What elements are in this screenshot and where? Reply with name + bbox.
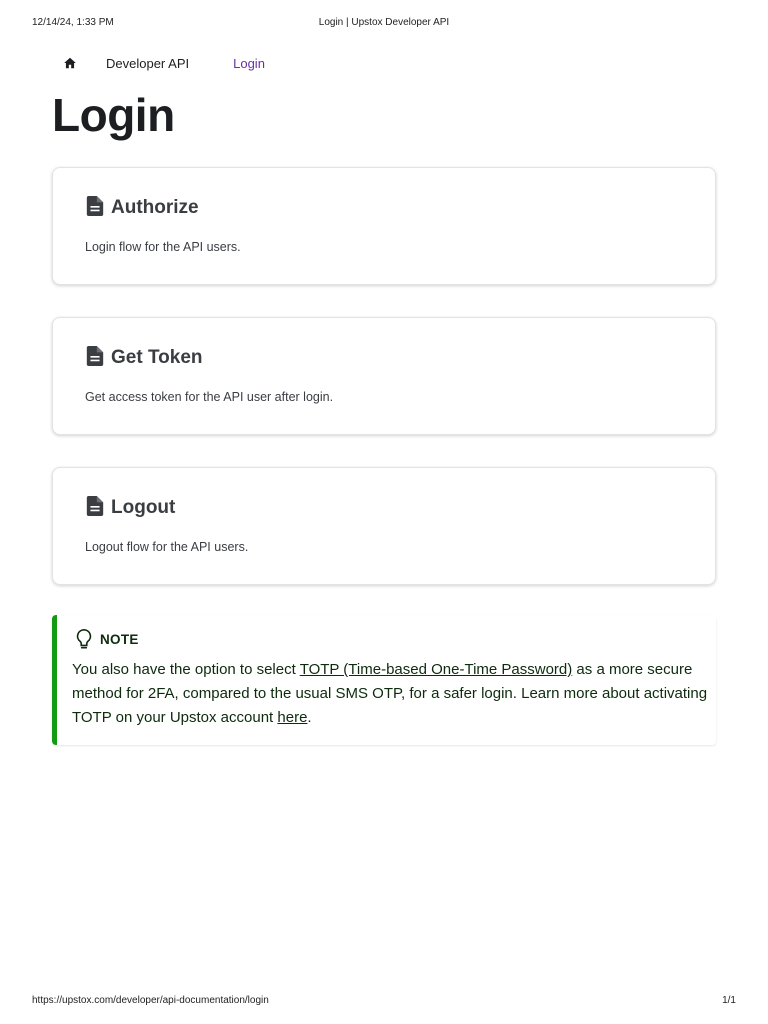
card-description: Get access token for the API user after … [85,390,334,404]
print-title: Login | Upstox Developer API [318,17,450,28]
breadcrumb: Developer API Login [52,52,309,74]
card-title-text: Authorize [111,197,199,218]
page-title: Login [52,89,175,141]
note-admonition: NOTE You also have the option to select … [52,615,716,745]
print-footer: https://upstox.com/developer/api-documen… [32,995,736,1009]
card-authorize[interactable]: Authorize Login flow for the API users. [52,167,716,285]
card-title: Authorize [86,196,199,219]
print-page-number: 1/1 [722,995,736,1006]
print-header: 12/14/24, 1:33 PM Login | Upstox Develop… [32,17,736,31]
card-description: Logout flow for the API users. [85,540,249,554]
document-icon [86,496,104,516]
document-icon [86,196,104,216]
note-heading-text: NOTE [100,631,139,647]
card-description: Login flow for the API users. [85,240,241,254]
card-logout[interactable]: Logout Logout flow for the API users. [52,467,716,585]
card-title: Get Token [86,346,203,369]
print-url: https://upstox.com/developer/api-documen… [32,995,269,1006]
here-link[interactable]: here [277,709,307,726]
note-heading: NOTE [74,628,139,650]
home-icon [64,57,76,69]
breadcrumb-developer-api[interactable]: Developer API [106,56,189,71]
card-title-text: Logout [111,497,176,518]
breadcrumb-login: Login [233,55,265,71]
breadcrumb-home[interactable] [52,52,88,74]
card-title-text: Get Token [111,347,203,368]
note-body: You also have the option to select TOTP … [72,658,712,730]
note-text: You also have the option to select [72,661,300,678]
note-text: . [307,709,312,726]
totp-link[interactable]: TOTP (Time-based One-Time Password) [300,661,573,678]
document-icon [86,346,104,366]
card-title: Logout [86,496,176,519]
card-get-token[interactable]: Get Token Get access token for the API u… [52,317,716,435]
lightbulb-icon [76,629,92,649]
